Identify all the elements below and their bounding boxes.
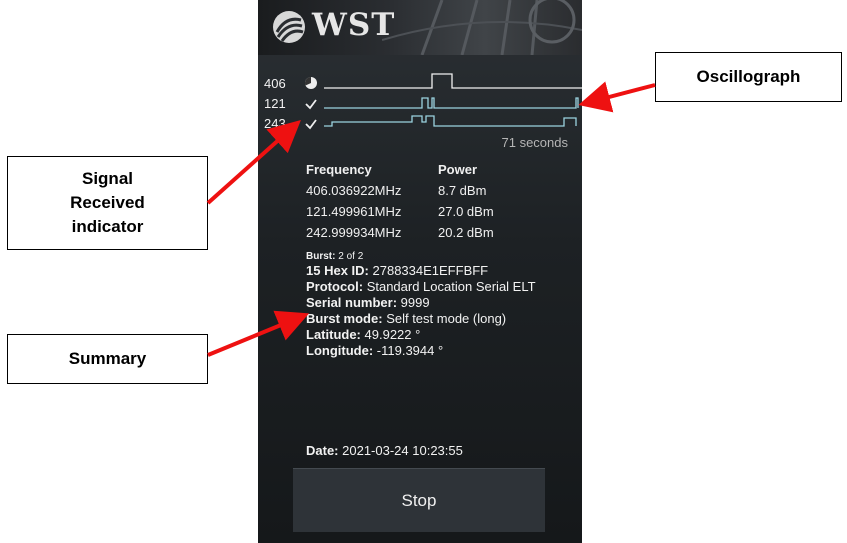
frequency-value: 406.036922MHz: [306, 183, 402, 198]
table-row: 406.036922MHz 8.7 dBm: [306, 183, 494, 204]
trace-406: [324, 73, 582, 89]
frequency-value: 242.999934MHz: [306, 225, 402, 240]
table-row: 121.499961MHz 27.0 dBm: [306, 204, 494, 225]
burst-counter: Burst: 2 of 2: [306, 251, 364, 262]
column-header-power: Power: [438, 162, 478, 177]
burst-mode: Burst mode: Self test mode (long): [306, 311, 507, 326]
trace-243: [324, 115, 577, 127]
phone-screen: WST 406 121 243 71 seconds Frequency Pow…: [258, 0, 582, 543]
signal-table: Frequency Power 406.036922MHz 8.7 dBm 12…: [306, 162, 494, 246]
callout-signal-received: Signal Received indicator: [7, 156, 208, 250]
column-header-frequency: Frequency: [306, 162, 372, 177]
trace-121: [324, 97, 579, 109]
frequency-value: 121.499961MHz: [306, 204, 402, 219]
callout-summary: Summary: [7, 334, 208, 384]
stop-button[interactable]: Stop: [293, 468, 545, 532]
table-row: 242.999934MHz 20.2 dBm: [306, 225, 494, 246]
elapsed-time: 71 seconds: [501, 135, 569, 150]
wst-logo-icon: [273, 11, 305, 43]
table-header: Frequency Power: [306, 162, 494, 183]
header-decoration: [382, 0, 582, 55]
burst-summary: Burst: 2 of 2 15 Hex ID: 2788334E1EFFBFF…: [306, 250, 536, 359]
app-header: WST: [258, 0, 582, 55]
power-value: 27.0 dBm: [438, 204, 494, 219]
protocol: Protocol: Standard Location Serial ELT: [306, 279, 536, 294]
hex-id: 15 Hex ID: 2788334E1EFFBFF: [306, 263, 489, 278]
longitude: Longitude: -119.3944 °: [306, 343, 444, 358]
burst-date: Date: 2021-03-24 10:23:55: [306, 443, 463, 458]
latitude: Latitude: 49.9222 °: [306, 327, 421, 342]
power-value: 8.7 dBm: [438, 183, 487, 198]
callout-oscillograph: Oscillograph: [655, 52, 842, 102]
power-value: 20.2 dBm: [438, 225, 494, 240]
arrow-oscillograph: [578, 81, 656, 113]
serial-number: Serial number: 9999: [306, 295, 430, 310]
oscillograph: [324, 73, 582, 127]
logo-text: WST: [312, 7, 396, 43]
